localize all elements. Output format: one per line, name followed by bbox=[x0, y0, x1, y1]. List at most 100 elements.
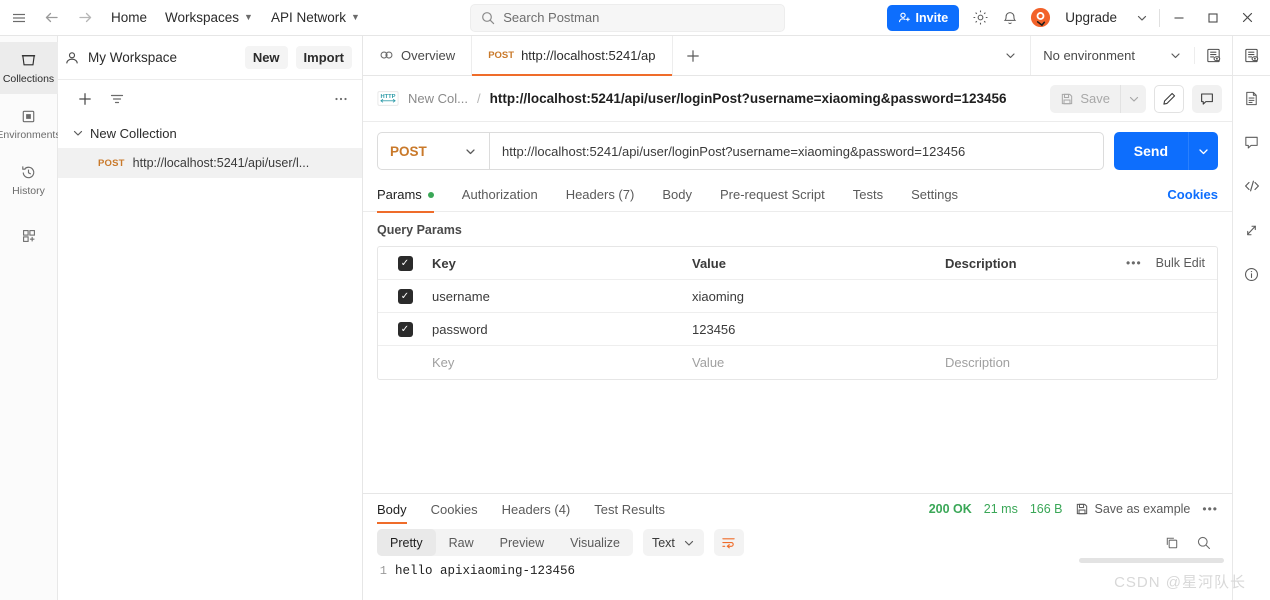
maximize-button[interactable] bbox=[1196, 3, 1230, 33]
search-input[interactable]: Search Postman bbox=[470, 3, 786, 32]
invite-button[interactable]: Invite bbox=[886, 4, 960, 31]
tab-settings-label: Settings bbox=[911, 187, 959, 202]
chevron-down-icon bbox=[684, 540, 693, 546]
row-checkbox[interactable]: ✓ bbox=[378, 321, 432, 337]
api-network-menu[interactable]: API Network ▼ bbox=[262, 5, 369, 30]
param-value[interactable]: xiaoming bbox=[692, 289, 945, 304]
comments-icon[interactable] bbox=[1233, 120, 1270, 164]
collection-filter-input[interactable] bbox=[136, 86, 322, 112]
info-icon[interactable] bbox=[1233, 252, 1270, 296]
wrap-lines-icon[interactable] bbox=[713, 529, 744, 556]
tab-test-results[interactable]: Test Results bbox=[582, 494, 677, 524]
select-all-checkbox[interactable]: ✓ bbox=[378, 255, 432, 271]
request-url-label: http://localhost:5241/api/user/l... bbox=[132, 156, 310, 170]
gear-icon[interactable] bbox=[965, 4, 995, 32]
collection-item[interactable]: New Collection bbox=[58, 118, 362, 148]
sidebar-item-collections[interactable]: Collections bbox=[0, 42, 58, 94]
response-size: 166 B bbox=[1029, 502, 1063, 516]
documentation-icon[interactable] bbox=[1233, 76, 1270, 120]
environment-selector[interactable]: No environment bbox=[1030, 36, 1194, 75]
tab-params[interactable]: Params bbox=[377, 178, 448, 213]
method-selector[interactable]: POST bbox=[377, 132, 489, 170]
tab-list-chevron-down-icon[interactable] bbox=[990, 49, 1030, 62]
tab-overview[interactable]: Overview bbox=[363, 36, 473, 75]
pencil-icon[interactable] bbox=[1154, 84, 1184, 113]
env-quick-look-icon[interactable] bbox=[1232, 36, 1270, 76]
minimize-button[interactable] bbox=[1162, 3, 1196, 33]
sidebar-item-add-module[interactable] bbox=[0, 210, 58, 262]
tab-tests[interactable]: Tests bbox=[839, 178, 897, 212]
response-format-actions bbox=[1164, 535, 1218, 551]
send-button[interactable]: Send bbox=[1114, 132, 1188, 170]
new-tab-button[interactable] bbox=[673, 36, 713, 75]
activity-rail: Collections Environments History bbox=[0, 36, 61, 600]
send-chevron-down-icon[interactable] bbox=[1188, 132, 1218, 170]
save-as-example-button[interactable]: Save as example bbox=[1075, 502, 1190, 516]
home-link[interactable]: Home bbox=[102, 5, 156, 30]
row-checkbox[interactable]: ✓ bbox=[378, 288, 432, 304]
param-description-placeholder[interactable]: Description bbox=[945, 355, 1217, 370]
format-raw[interactable]: Raw bbox=[436, 529, 487, 556]
status-badge: 200 OK bbox=[928, 502, 972, 516]
bell-icon[interactable] bbox=[995, 4, 1025, 32]
tab-response-body[interactable]: Body bbox=[377, 494, 419, 524]
tab-response-cookies[interactable]: Cookies bbox=[419, 494, 490, 524]
comment-icon[interactable] bbox=[1192, 84, 1222, 113]
response-body-code[interactable]: 1 hello apixiaoming-123456 bbox=[363, 560, 1232, 600]
param-key[interactable]: password bbox=[432, 322, 692, 337]
column-header-description: Description bbox=[945, 255, 1017, 271]
bulk-edit-button[interactable]: Bulk Edit bbox=[1156, 256, 1205, 270]
env-quick-look-icon[interactable] bbox=[1194, 47, 1232, 64]
ellipsis-icon[interactable]: ••• bbox=[1126, 256, 1142, 270]
param-key[interactable]: username bbox=[432, 289, 692, 304]
tab-headers[interactable]: Headers (7) bbox=[552, 178, 649, 212]
param-key-placeholder[interactable]: Key bbox=[432, 355, 692, 370]
method-label: POST bbox=[390, 143, 427, 159]
search-placeholder: Search Postman bbox=[503, 10, 600, 25]
format-visualize[interactable]: Visualize bbox=[557, 529, 633, 556]
avatar-icon[interactable] bbox=[1025, 4, 1055, 32]
format-preview[interactable]: Preview bbox=[487, 529, 557, 556]
changelog-icon[interactable] bbox=[1233, 208, 1270, 252]
upgrade-chevron-down-icon[interactable] bbox=[1127, 4, 1157, 32]
url-input[interactable]: http://localhost:5241/api/user/loginPost… bbox=[489, 132, 1104, 170]
list-item[interactable]: POST http://localhost:5241/api/user/l... bbox=[58, 148, 362, 178]
import-button[interactable]: Import bbox=[295, 46, 352, 69]
tab-response-headers[interactable]: Headers (4) bbox=[490, 494, 583, 524]
ellipsis-icon[interactable]: ••• bbox=[1202, 502, 1218, 516]
breadcrumb-collection[interactable]: New Col... bbox=[408, 91, 468, 106]
tab-authorization[interactable]: Authorization bbox=[448, 178, 552, 212]
tab-headers-label: Headers (7) bbox=[565, 187, 635, 202]
save-chevron-down-icon[interactable] bbox=[1120, 84, 1146, 113]
sidebar-item-environments[interactable]: Environments bbox=[0, 98, 61, 150]
tab-tests-label: Tests bbox=[852, 187, 884, 202]
sidebar-item-history[interactable]: History bbox=[0, 154, 58, 206]
tab-request[interactable]: POST http://localhost:5241/ap bbox=[472, 36, 673, 76]
filter-icon[interactable] bbox=[104, 86, 130, 112]
param-value-placeholder[interactable]: Value bbox=[692, 355, 945, 370]
tab-body[interactable]: Body bbox=[648, 178, 706, 212]
workspaces-menu[interactable]: Workspaces ▼ bbox=[156, 5, 262, 30]
tab-settings[interactable]: Settings bbox=[897, 178, 972, 212]
new-button[interactable]: New bbox=[244, 46, 288, 69]
search-icon[interactable] bbox=[1196, 535, 1212, 551]
format-pretty[interactable]: Pretty bbox=[377, 529, 436, 556]
arrow-right-icon[interactable] bbox=[68, 4, 102, 32]
close-button[interactable] bbox=[1230, 3, 1264, 33]
horizontal-scrollbar[interactable] bbox=[1079, 558, 1224, 563]
copy-icon[interactable] bbox=[1164, 535, 1180, 551]
upgrade-button[interactable]: Upgrade bbox=[1055, 5, 1127, 30]
ellipsis-icon[interactable] bbox=[328, 86, 354, 112]
content-type-selector[interactable]: Text bbox=[642, 529, 704, 556]
code-snippet-icon[interactable] bbox=[1233, 164, 1270, 208]
param-value[interactable]: 123456 bbox=[692, 322, 945, 337]
cookies-link[interactable]: Cookies bbox=[1167, 187, 1218, 202]
tab-overview-label: Overview bbox=[401, 48, 456, 63]
menu-icon[interactable] bbox=[4, 4, 34, 32]
save-button[interactable]: Save bbox=[1050, 91, 1120, 106]
plus-icon[interactable] bbox=[72, 86, 98, 112]
tab-pre-request-script[interactable]: Pre-request Script bbox=[706, 178, 839, 212]
format-tab-group: Pretty Raw Preview Visualize bbox=[377, 529, 633, 556]
header-divider bbox=[1159, 8, 1160, 27]
arrow-left-icon[interactable] bbox=[34, 4, 68, 32]
